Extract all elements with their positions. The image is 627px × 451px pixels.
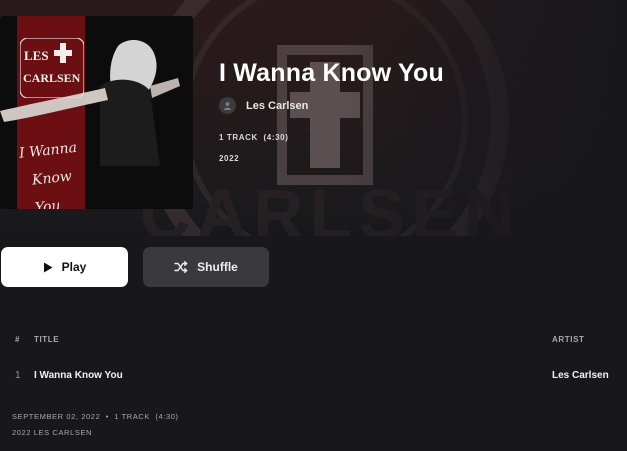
cover-logo: LES CARLSEN [20, 38, 84, 98]
play-label: Play [61, 260, 87, 274]
copyright: 2022 LES CARLSEN [12, 428, 93, 437]
artist-avatar-icon [219, 97, 236, 114]
column-header-title[interactable]: TITLE [34, 335, 59, 344]
cover-script: I Wanna Know You [18, 133, 96, 209]
column-header-artist[interactable]: ARTIST [552, 335, 585, 344]
track-artist[interactable]: Les Carlsen [552, 370, 609, 381]
play-button[interactable]: Play [1, 247, 128, 287]
cover-logo-line1: LES [24, 48, 49, 63]
track-number: 1 [15, 370, 21, 381]
shuffle-icon [174, 261, 188, 273]
shuffle-button[interactable]: Shuffle [143, 247, 269, 287]
album-cover[interactable]: LES CARLSEN I Wanna Know You [0, 16, 193, 209]
artist-link[interactable]: Les Carlsen [219, 97, 308, 114]
album-title: I Wanna Know You [219, 59, 444, 87]
shuffle-label: Shuffle [197, 260, 238, 274]
track-title[interactable]: I Wanna Know You [34, 370, 123, 381]
play-icon [43, 262, 53, 273]
track-summary: 1 TRACK (4:30) [219, 133, 289, 142]
release-info: SEPTEMBER 02, 2022 • 1 TRACK (4:30) [12, 412, 179, 421]
column-header-number: # [15, 335, 21, 344]
table-row[interactable]: 1 I Wanna Know You Les Carlsen [0, 362, 627, 390]
cover-logo-line2: CARLSEN [23, 71, 81, 85]
cover-script-line2: Know You [31, 168, 73, 209]
artist-name: Les Carlsen [246, 99, 309, 112]
release-year: 2022 [219, 154, 240, 163]
